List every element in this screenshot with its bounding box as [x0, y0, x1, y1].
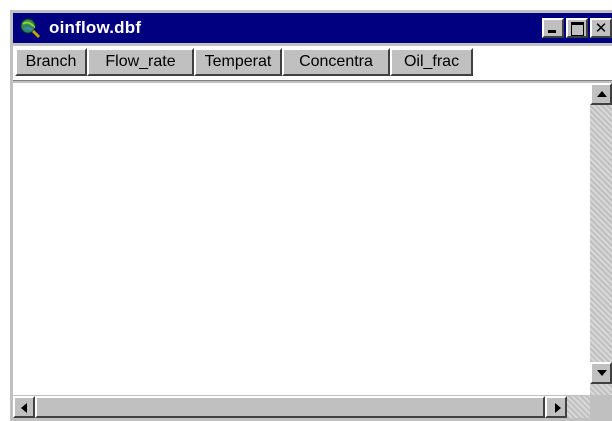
column-header-concentra[interactable]: Concentra: [282, 48, 390, 76]
table-body[interactable]: [13, 83, 590, 395]
minimize-icon: [548, 30, 556, 33]
arrow-left-icon: [21, 403, 27, 413]
scroll-right-button[interactable]: [545, 396, 567, 418]
globe-magnifier-icon: [19, 17, 41, 39]
close-button[interactable]: ✕: [590, 18, 612, 38]
column-header-branch[interactable]: Branch: [15, 48, 87, 76]
arrow-down-icon: [597, 370, 607, 376]
scroll-left-button[interactable]: [13, 396, 35, 418]
maximize-icon: [571, 22, 584, 36]
title-bar[interactable]: oinflow.dbf ✕: [13, 13, 612, 43]
column-header-row: Branch Flow_rate Temperat Concentra Oil_…: [13, 46, 612, 81]
scroll-up-button[interactable]: [590, 83, 612, 105]
close-icon: ✕: [594, 19, 608, 37]
scrollbar-corner: [590, 396, 612, 418]
horizontal-scroll-thumb[interactable]: [35, 396, 545, 418]
arrow-right-icon: [555, 403, 561, 413]
window-title: oinflow.dbf: [49, 18, 142, 37]
horizontal-scrollbar[interactable]: [13, 396, 590, 418]
table-window: oinflow.dbf ✕ Branch Flow_rate Temperat …: [10, 10, 612, 421]
column-header-temperat[interactable]: Temperat: [194, 48, 282, 76]
scroll-down-button[interactable]: [590, 362, 612, 384]
column-header-flow-rate[interactable]: Flow_rate: [87, 48, 194, 76]
column-header-oil-frac[interactable]: Oil_frac: [390, 48, 473, 76]
vertical-scrollbar[interactable]: [590, 83, 612, 395]
minimize-button[interactable]: [542, 18, 564, 38]
maximize-button[interactable]: [566, 18, 588, 38]
arrow-up-icon: [597, 91, 607, 97]
